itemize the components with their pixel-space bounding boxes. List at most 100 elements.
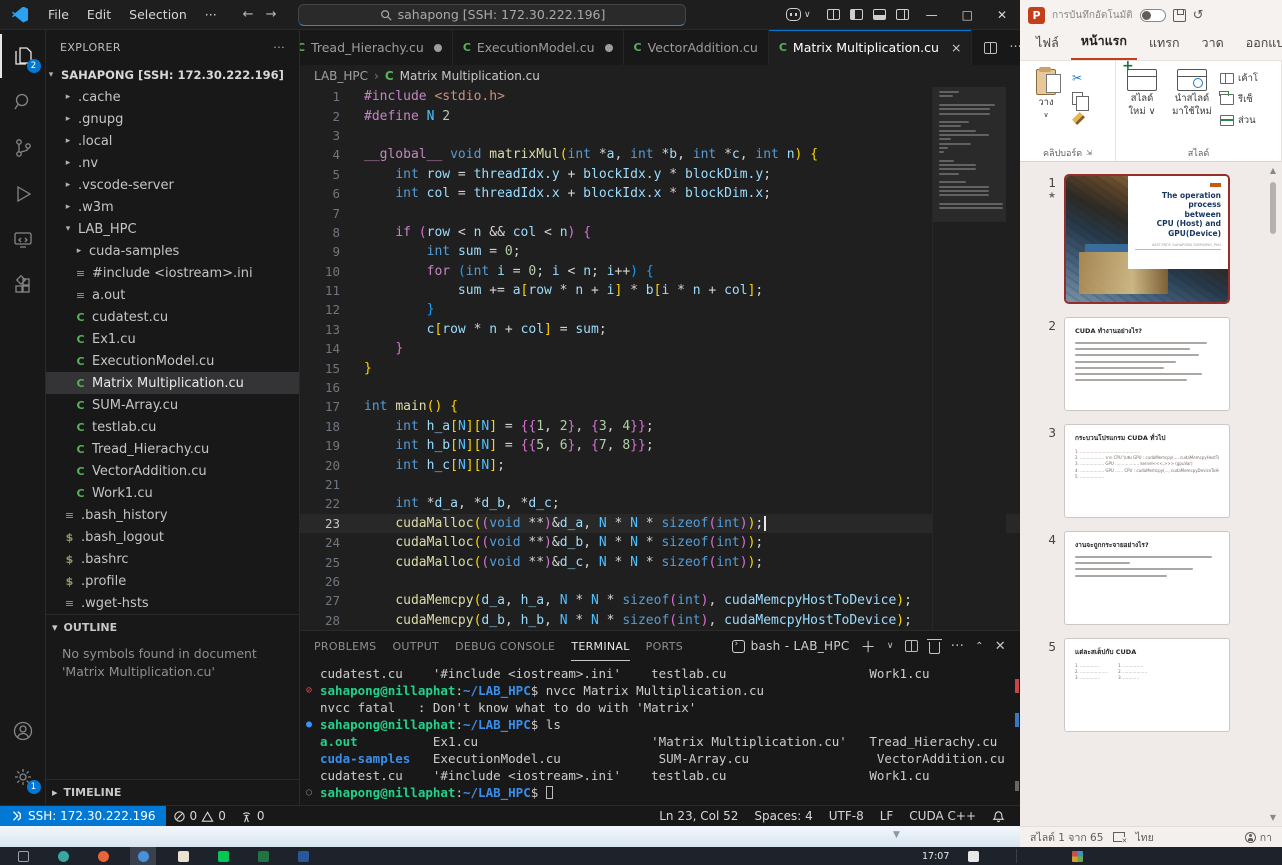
code-line[interactable]: 15} [300,358,1020,377]
tab-executionmodel-cu[interactable]: CExecutionModel.cu [453,30,624,65]
terminal-dropdown-button[interactable]: ∨ [887,641,894,651]
code-line[interactable]: 14 } [300,339,1020,358]
menu-item-edit[interactable]: Edit [79,4,119,25]
code-line[interactable]: 11 sum += a[row * n + i] * b[i * n + col… [300,281,1020,300]
explorer-item-work1-cu[interactable]: CWork1.cu [46,482,299,504]
language-mode[interactable]: CUDA C++ [902,809,983,823]
panel-tab-ports[interactable]: PORTS [646,631,683,661]
menu-item-selection[interactable]: Selection [121,4,195,25]
code-line[interactable]: 24 cudaMalloc((void **)&d_b, N * N * siz… [300,533,1020,552]
paste-button[interactable]: วาง∨ [1024,65,1068,144]
activity-extensions-button[interactable] [0,264,46,308]
panel-close-button[interactable]: ✕ [995,639,1006,654]
tab-matrix-multiplication-cu[interactable]: CMatrix Multiplication.cu× [769,30,973,65]
explorer-item-cudatest-cu[interactable]: Ccudatest.cu [46,306,299,328]
section-button[interactable]: ส่วน [1220,113,1258,128]
scroll-up-icon[interactable]: ▲ [1267,166,1279,175]
taskbar-app-2[interactable] [50,847,76,865]
explorer-item--wget-hsts[interactable]: ≡.wget-hsts [46,592,299,614]
taskbar-app-8[interactable] [290,847,316,865]
ribbon-tab-x[interactable]: ออกแบ [1236,28,1282,60]
thumbnail-scrollbar[interactable]: ▲ ▼ [1267,166,1279,822]
slide-thumbnail-canvas[interactable]: The operation processbetweenCPU (Host) a… [1064,174,1230,304]
format-painter-icon[interactable] [1072,112,1085,125]
explorer-item-tread-hierachy-cu[interactable]: CTread_Hierachy.cu [46,438,299,460]
slide-thumbnail-3[interactable]: 3กระบวนโปรแกรม CUDA ทั่วไป1. ……………………………… [1020,424,1282,518]
accessibility-icon[interactable] [1245,832,1256,843]
notifications-button[interactable] [985,810,1012,823]
undo-icon[interactable]: ↺ [1193,8,1204,23]
toggle-secondary-sidebar-icon[interactable] [896,9,909,20]
windows-start-icon[interactable] [1072,851,1083,862]
explorer-actions-button[interactable]: ··· [273,41,285,54]
autosave-toggle[interactable] [1140,9,1166,22]
menu-item-[interactable]: ··· [197,4,225,25]
taskbar-app-3[interactable] [90,847,116,865]
code-line[interactable]: 9 int sum = 0; [300,242,1020,261]
copy-icon[interactable] [1072,92,1083,105]
taskbar-app-7[interactable] [250,847,276,865]
indentation-setting[interactable]: Spaces: 4 [747,809,819,823]
code-line[interactable]: 19 int h_b[N][N] = {{5, 6}, {7, 8}}; [300,436,1020,455]
code-line[interactable]: 22 int *d_a, *d_b, *d_c; [300,494,1020,513]
customize-layout-button[interactable] [827,9,840,20]
ribbon-tab-home[interactable]: หน้าแรก [1071,26,1137,60]
explorer-item--local[interactable]: ▸.local [46,130,299,152]
code-line[interactable]: 27 cudaMemcpy(d_a, h_a, N * N * sizeof(i… [300,591,1020,610]
reuse-slides-button[interactable]: นำสไลด์มาใช้ใหม่ [1168,65,1216,144]
activity-run-debug-button[interactable] [0,172,46,216]
taskbar-app-active[interactable] [130,847,156,865]
slide-thumbnail-5[interactable]: 5แต่ละสเต็ปกับ CUDA1. ……………2. …………………3. … [1020,638,1282,732]
explorer-item--cache[interactable]: ▸.cache [46,86,299,108]
code-line[interactable]: 23 cudaMalloc((void **)&d_a, N * N * siz… [300,514,1020,533]
outline-header[interactable]: ▾OUTLINE [46,615,299,639]
timeline-header[interactable]: ▸TIMELINE [46,780,299,804]
kill-terminal-icon[interactable] [929,642,940,654]
minimap[interactable] [932,87,1006,630]
slide-thumbnail-4[interactable]: 4งานจะถูกกระจายอย่างไร? [1020,531,1282,625]
nav-back-button[interactable]: ← [243,7,254,22]
explorer-item--bash-logout[interactable]: $.bash_logout [46,526,299,548]
window-close-button[interactable]: ✕ [990,8,1014,22]
explorer-item--profile[interactable]: $.profile [46,570,299,592]
code-line[interactable]: 17int main() { [300,397,1020,416]
code-line[interactable]: 1#include <stdio.h> [300,87,1020,106]
code-line[interactable]: 28 cudaMemcpy(d_b, h_b, N * N * sizeof(i… [300,611,1020,630]
activity-settings-button[interactable]: 1 [0,755,46,799]
panel-tab-problems[interactable]: PROBLEMS [314,631,376,661]
split-terminal-icon[interactable] [905,640,918,652]
clipboard-dialog-launcher[interactable]: ⇲ [1086,149,1092,157]
problems-indicator[interactable]: 0 0 [166,806,233,826]
code-line[interactable]: 12 } [300,300,1020,319]
code-line[interactable]: 4__global__ void matrixMul(int *a, int *… [300,145,1020,164]
cut-icon[interactable]: ✂ [1072,71,1085,85]
scrollbar-thumb[interactable] [1270,182,1276,234]
code-line[interactable]: 13 c[row * n + col] = sum; [300,320,1020,339]
eol-setting[interactable]: LF [873,809,901,823]
ribbon-tab-x[interactable]: แทรก [1139,28,1190,60]
explorer-item-executionmodel-cu[interactable]: CExecutionModel.cu [46,350,299,372]
explorer-item-matrix-multiplication-cu[interactable]: CMatrix Multiplication.cu [46,372,299,394]
code-line[interactable]: 7 [300,203,1020,222]
activity-explorer-button[interactable]: 2 [0,34,46,78]
code-line[interactable]: 10 for (int i = 0; i < n; i++) { [300,262,1020,281]
explorer-item-ex1-cu[interactable]: CEx1.cu [46,328,299,350]
code-line[interactable]: 8 if (row < n && col < n) { [300,223,1020,242]
new-terminal-button[interactable]: ＋ [861,636,876,657]
tab-vectoraddition-cu[interactable]: CVectorAddition.cu [624,30,769,65]
ribbon-tab-x[interactable]: ไฟล์ [1026,28,1069,60]
explorer-item--gnupg[interactable]: ▸.gnupg [46,108,299,130]
explorer-item-cuda-samples[interactable]: ▸cuda-samples [46,240,299,262]
breadcrumb-file[interactable]: Matrix Multiplication.cu [400,69,540,83]
slide-thumbnail-canvas[interactable]: งานจะถูกกระจายอย่างไร? [1064,531,1230,625]
breadcrumb-folder[interactable]: LAB_HPC [314,69,368,83]
slide-thumbnail-canvas[interactable]: CUDA ทำงานอย่างไร? [1064,317,1230,411]
ribbon-tab-x[interactable]: วาด [1192,28,1234,60]
code-line[interactable]: 16 [300,378,1020,397]
explorer-root-item[interactable]: ▾SAHAPONG [SSH: 172.30.222.196] [46,64,299,86]
toggle-panel-icon[interactable] [873,9,886,20]
explorer-item--bashrc[interactable]: $.bashrc [46,548,299,570]
panel-tab-terminal[interactable]: TERMINAL [571,631,629,661]
code-line[interactable]: 18 int h_a[N][N] = {{1, 2}, {3, 4}}; [300,417,1020,436]
explorer-item-testlab-cu[interactable]: Ctestlab.cu [46,416,299,438]
